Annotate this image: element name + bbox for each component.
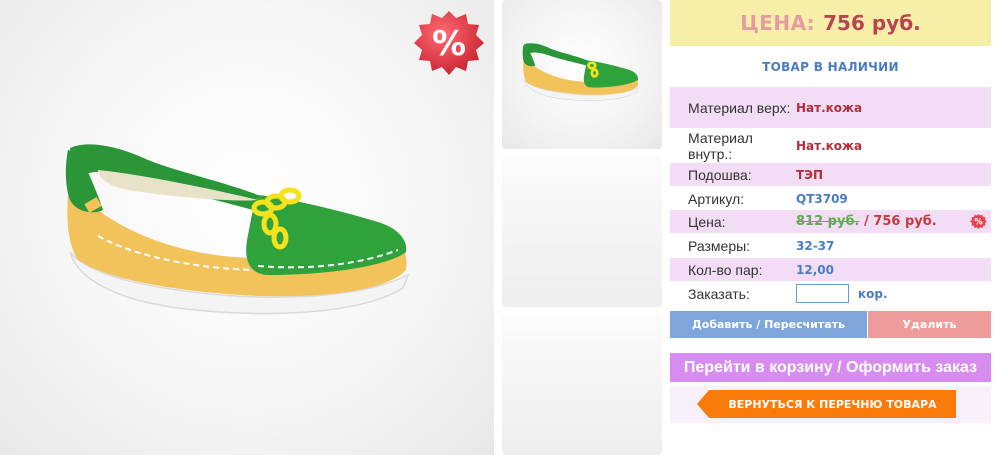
spec-price-values: 812 руб. / 756 руб. [796, 214, 937, 229]
new-price: 756 руб. [873, 214, 937, 229]
spec-value: QT3709 [796, 191, 848, 206]
spec-value: Нат.кожа [796, 100, 863, 115]
sale-percent-text: % [432, 24, 466, 64]
old-price: 812 руб. [796, 214, 860, 229]
spec-key: Подошва: [688, 166, 752, 183]
price-header: ЦЕНА: 756 руб. [670, 0, 991, 46]
spec-row-article: Артикул: QT3709 [670, 187, 991, 210]
spec-row-sizes: Размеры: 32-37 [670, 234, 991, 257]
thumbnail-1[interactable] [502, 0, 662, 149]
spec-row-material-inner: Материал внутр.: Нат.кожа [670, 130, 991, 162]
spec-key: Материал верх: [688, 99, 791, 116]
thumbnail-2[interactable] [502, 156, 662, 307]
go-to-cart-button[interactable]: Перейти в корзину / Оформить заказ [670, 353, 991, 382]
price-separator: / [859, 214, 874, 229]
order-unit: кор. [858, 286, 888, 301]
spec-key: Цена: [688, 213, 726, 230]
thumbnail-3[interactable] [502, 315, 662, 455]
spec-row-order: Заказать: кор. [670, 282, 991, 305]
spec-value: 32-37 [796, 238, 835, 253]
spec-value: 12,00 [796, 262, 834, 277]
spec-row-price: Цена: 812 руб. / 756 руб. % [670, 210, 991, 233]
delete-button[interactable]: Удалить [868, 311, 991, 338]
back-button-container: ВЕРНУТЬСЯ К ПЕРЕЧНЮ ТОВАРА [670, 386, 991, 423]
spec-key: Заказать: [688, 285, 750, 302]
product-main-image[interactable]: % [0, 0, 494, 455]
svg-text:%: % [974, 218, 983, 228]
sale-mini-badge-icon: % [970, 213, 987, 230]
price-header-value: 756 руб. [823, 11, 921, 35]
add-recalculate-button[interactable]: Добавить / Пересчитать [670, 311, 867, 338]
spec-key: Размеры: [688, 237, 751, 254]
spec-key: Материал внутр.: [688, 129, 753, 162]
back-to-list-button[interactable]: ВЕРНУТЬСЯ К ПЕРЕЧНЮ ТОВАРА [697, 390, 956, 418]
product-page: % ЦЕНА: 756 руб. ТОВАР В НАЛИЧИИ Материа… [0, 0, 1008, 455]
sale-badge-icon: % [413, 10, 485, 76]
price-header-label: ЦЕНА: [740, 11, 816, 35]
shoe-thumbnail-illustration [522, 43, 640, 101]
spec-value: Нат.кожа [796, 138, 863, 153]
stock-status: ТОВАР В НАЛИЧИИ [762, 60, 899, 74]
spec-value: ТЭП [796, 167, 824, 182]
thumbnail-strip [498, 0, 665, 455]
spec-row-pairs: Кол-во пар: 12,00 [670, 258, 991, 281]
order-quantity-input[interactable] [796, 284, 849, 303]
spec-row-sole: Подошва: ТЭП [670, 163, 991, 186]
spec-row-material-top: Материал верх: Нат.кожа [670, 87, 991, 128]
shoe-illustration [65, 144, 410, 315]
spec-key: Кол-во пар: [688, 261, 763, 278]
product-info-panel: ЦЕНА: 756 руб. ТОВАР В НАЛИЧИИ Материал … [670, 0, 991, 455]
spec-key: Артикул: [688, 190, 745, 207]
